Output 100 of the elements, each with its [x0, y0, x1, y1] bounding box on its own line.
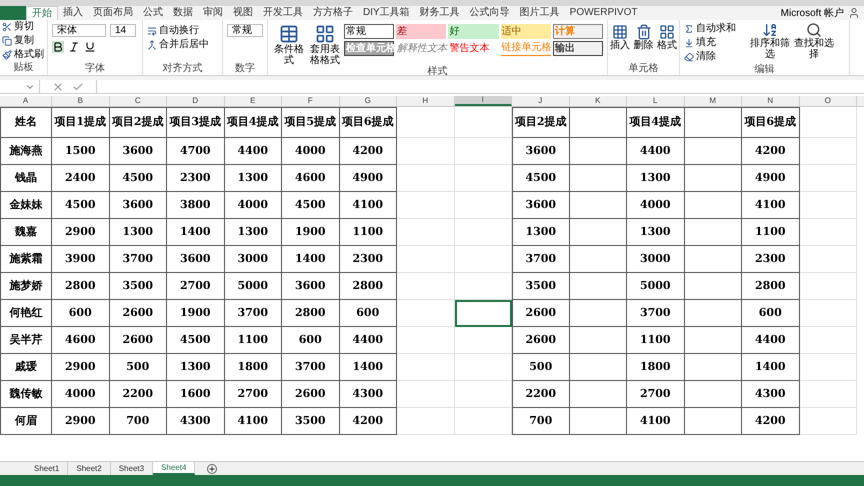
scissors-icon [2, 22, 12, 32]
column-header[interactable]: K [570, 96, 627, 106]
number-format-field[interactable]: 常规 [227, 24, 263, 37]
empty-cell [570, 107, 627, 138]
cut-button[interactable]: 剪切 [2, 20, 45, 34]
column-header[interactable]: B [52, 96, 110, 106]
ribbon-tab[interactable]: 审阅 [198, 6, 228, 20]
empty-cell [397, 381, 454, 408]
table-cell: 吴半芹 [0, 327, 52, 354]
ribbon-tab[interactable]: 开始 [26, 6, 58, 20]
column-header[interactable]: O [800, 96, 857, 106]
wrap-text-button[interactable]: 自动换行 [147, 24, 199, 38]
empty-cell [800, 219, 857, 246]
font-size-field[interactable]: 14 [110, 24, 136, 37]
column-header[interactable]: J [512, 96, 570, 106]
ribbon-tab[interactable]: 数据 [168, 6, 198, 20]
group-label: 数字 [235, 63, 255, 75]
table-cell: 1800 [627, 354, 684, 381]
add-sheet-button[interactable] [207, 464, 218, 474]
merge-center-button[interactable]: 合并后居中 [147, 38, 209, 52]
file-menu-button[interactable] [0, 6, 26, 20]
table-cell: 4200 [340, 138, 397, 165]
empty-cell [397, 246, 454, 273]
bold-icon [52, 41, 64, 53]
cell-style-swatch[interactable]: 适中 [500, 24, 551, 39]
table-cell: 5000 [627, 273, 684, 300]
cell-style-swatch[interactable]: 常规 [344, 24, 394, 39]
column-header[interactable]: D [167, 96, 224, 106]
italic-icon [68, 41, 80, 53]
table-cell: 600 [282, 327, 340, 354]
table-cell: 4000 [52, 381, 110, 408]
table-cell: 1100 [742, 219, 800, 246]
empty-cell [397, 408, 454, 435]
table-cell: 4200 [742, 138, 800, 165]
column-header[interactable]: L [627, 96, 684, 106]
table-cell: 4600 [52, 327, 110, 354]
selected-cell[interactable] [454, 300, 512, 327]
column-header[interactable]: G [340, 96, 397, 106]
cells-button[interactable]: 插入 [608, 24, 632, 63]
table-cell: 何艳红 [0, 300, 52, 327]
ribbon-tab[interactable]: POWERPIVOT [564, 6, 642, 20]
sheet-tab[interactable]: Sheet4 [153, 462, 196, 475]
find-select-button[interactable]: 查找和选择 [794, 22, 834, 60]
table-cell: 2600 [110, 327, 167, 354]
column-header[interactable]: F [282, 96, 340, 106]
table-cell: 3500 [282, 408, 340, 435]
format-painter-button[interactable]: 格式刷 [2, 48, 45, 62]
copy-button[interactable]: 复制 [2, 34, 45, 48]
column-header[interactable]: N [742, 96, 800, 106]
account-name[interactable]: Microsoft 帐户 [776, 6, 848, 20]
empty-cell [684, 354, 742, 381]
ribbon-tab[interactable]: 视图 [228, 6, 258, 20]
ribbon-tab[interactable]: 插入 [58, 6, 88, 20]
cells-button[interactable]: 格式 [655, 24, 680, 63]
table-cell: 500 [110, 354, 167, 381]
ribbon-tab[interactable]: 公式向导 [464, 6, 515, 20]
table-cell: 1400 [340, 354, 397, 381]
ribbon-tab[interactable]: DIY工具箱 [358, 6, 415, 20]
search-icon [806, 22, 822, 38]
table-cell: 3700 [110, 246, 167, 273]
empty-cell [397, 354, 454, 381]
ribbon-tab[interactable]: 页面布局 [88, 6, 138, 20]
ribbon-tab[interactable]: 财务工具 [414, 6, 465, 20]
ribbon-tab[interactable]: 图片工具 [514, 6, 565, 20]
empty-cell [800, 300, 857, 327]
cell-style-swatch[interactable]: 好 [448, 24, 499, 39]
empty-cell [684, 107, 742, 138]
table-cell: 2600 [110, 300, 167, 327]
ribbon-tab[interactable]: 方方格子 [308, 6, 358, 20]
autosum-button[interactable]: 自动求和 [684, 22, 746, 36]
table-cell: 2700 [224, 381, 282, 408]
column-header[interactable]: E [224, 96, 282, 106]
group-label: 贴板 [14, 62, 34, 74]
cell-style-swatch[interactable]: 输出 [552, 41, 603, 56]
column-header[interactable]: M [684, 96, 742, 106]
empty-cell [684, 300, 742, 327]
column-header[interactable]: A [0, 96, 52, 106]
clear-button[interactable]: 清除 [684, 50, 746, 64]
empty-cell [800, 192, 857, 219]
table-cell: 2900 [52, 219, 110, 246]
table-format-button[interactable]: 套用表格格式 [308, 24, 342, 66]
empty-cell [684, 138, 742, 165]
ribbon-tab[interactable]: 开发工具 [258, 6, 308, 20]
cells-button[interactable]: 删除 [632, 24, 656, 63]
conditional-format-button[interactable]: 条件格式 [272, 24, 306, 66]
column-header[interactable]: I [454, 96, 512, 106]
font-name-field[interactable]: 宋体 [52, 24, 106, 37]
ribbon-tab[interactable]: 公式 [138, 6, 168, 20]
sort-filter-button[interactable]: 排序和筛选 [750, 22, 790, 60]
table-cell: 4300 [167, 408, 224, 435]
empty-cell [397, 219, 454, 246]
check-icon [72, 80, 84, 92]
fill-button[interactable]: 填充 [684, 36, 746, 50]
empty-cell [570, 327, 627, 354]
table-cell: 何眉 [0, 408, 52, 435]
table-cell: 钱晶 [0, 165, 52, 192]
cell-style-swatch[interactable]: 差 [396, 24, 446, 39]
header-cell: 项目4提成 [224, 107, 282, 138]
empty-cell [397, 138, 454, 165]
column-header[interactable]: C [110, 96, 167, 106]
